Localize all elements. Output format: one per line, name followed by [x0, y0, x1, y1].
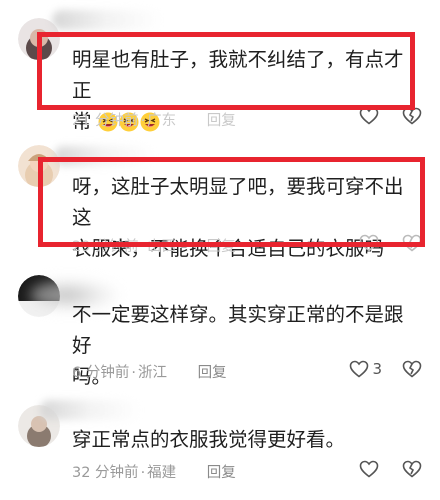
- broken-heart-icon: [402, 360, 422, 378]
- highlight-box: [37, 32, 415, 110]
- reply-button[interactable]: 回复: [207, 113, 236, 129]
- comment-location: 浙江: [137, 365, 167, 381]
- like-button[interactable]: [359, 460, 382, 478]
- username-blurred: [52, 10, 162, 30]
- comment-location: 福建: [147, 465, 177, 481]
- comment-location: 广东: [147, 113, 177, 129]
- comment-meta: 6 分钟前 · 浙江 回复: [72, 365, 227, 381]
- broken-heart-icon: [402, 460, 422, 478]
- comment-text: 穿正常点的衣服我觉得更好看。: [72, 428, 346, 451]
- reply-button[interactable]: 回复: [198, 365, 227, 381]
- username-blurred: [40, 400, 140, 420]
- heart-outline-icon: [349, 360, 369, 378]
- like-button[interactable]: 3: [349, 360, 382, 378]
- comment-time: 21 分钟前: [72, 113, 139, 129]
- reply-button[interactable]: 回复: [207, 465, 236, 481]
- heart-outline-icon: [359, 460, 379, 478]
- dislike-button[interactable]: [402, 360, 422, 378]
- highlight-box: [38, 157, 425, 247]
- like-count: 3: [372, 360, 382, 378]
- comment-meta: 21 分钟前 · 广东 回复: [72, 113, 236, 129]
- comment-time: 32 分钟前: [72, 465, 139, 481]
- dislike-button[interactable]: [402, 460, 422, 478]
- comment-meta: 32 分钟前 · 福建 回复: [72, 465, 236, 481]
- comment-time: 6 分钟前: [72, 365, 130, 381]
